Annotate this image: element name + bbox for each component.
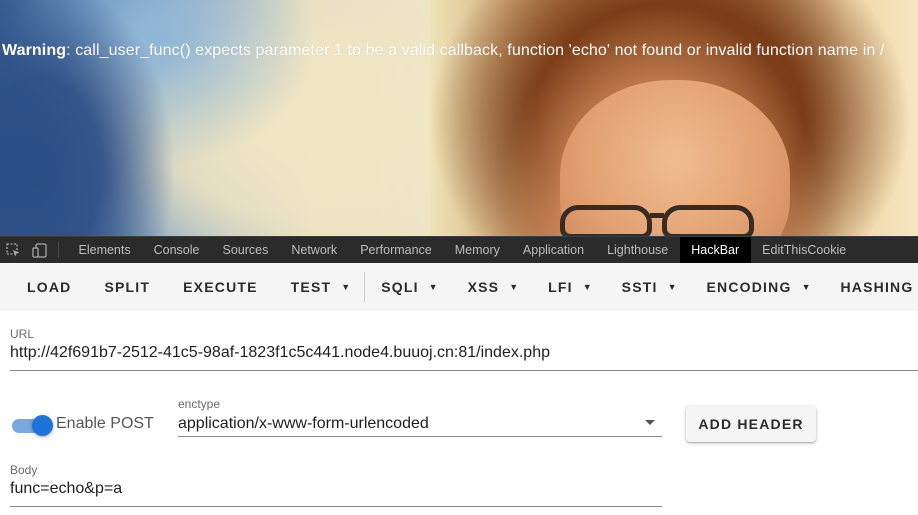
- enable-post-label: Enable POST: [56, 415, 154, 432]
- xss-menu-button[interactable]: XSS ▼: [468, 263, 519, 311]
- chevron-down-icon: ▼: [428, 282, 438, 292]
- enctype-underline: [178, 436, 662, 437]
- portrait-glasses-left: [560, 205, 652, 236]
- tab-network[interactable]: Network: [280, 237, 349, 264]
- inspect-element-icon[interactable]: [0, 237, 26, 264]
- dropdown-arrow-icon[interactable]: [645, 420, 655, 425]
- hackbar-toolbar: LOAD SPLIT EXECUTE TEST ▼ SQLI ▼ XSS ▼ L…: [0, 263, 918, 311]
- encoding-label: ENCODING: [706, 279, 792, 295]
- warning-label: Warning: [2, 42, 67, 59]
- device-toolbar-icon[interactable]: [26, 237, 52, 264]
- warning-message: : call_user_func() expects parameter 1 t…: [66, 42, 885, 59]
- body-underline: [10, 506, 662, 507]
- tab-application[interactable]: Application: [511, 237, 595, 264]
- tab-editthiscookie[interactable]: EditThisCookie: [751, 237, 858, 264]
- execute-button[interactable]: EXECUTE: [183, 263, 258, 311]
- test-menu-button[interactable]: TEST ▼: [291, 263, 351, 311]
- load-button[interactable]: LOAD: [27, 263, 71, 311]
- tab-lighthouse[interactable]: Lighthouse: [596, 237, 680, 264]
- ssti-label: SSTI: [621, 279, 658, 295]
- body-label: Body: [10, 463, 38, 477]
- xss-label: XSS: [467, 279, 500, 295]
- enctype-select[interactable]: application/x-www-form-urlencoded: [178, 415, 429, 433]
- toolbar-divider: [58, 242, 59, 258]
- chevron-down-icon: ▼: [801, 282, 811, 292]
- chevron-down-icon: ▼: [667, 282, 677, 292]
- sqli-menu-button[interactable]: SQLI ▼: [381, 263, 437, 311]
- url-input[interactable]: http://42f691b7-2512-41c5-98af-1823f1c5c…: [10, 344, 550, 362]
- portrait-glasses-right: [662, 205, 754, 236]
- tab-sources[interactable]: Sources: [211, 237, 280, 264]
- tab-memory[interactable]: Memory: [443, 237, 511, 264]
- tab-elements[interactable]: Elements: [67, 237, 142, 264]
- url-underline: [10, 370, 918, 371]
- chevron-down-icon: ▼: [509, 282, 519, 292]
- toggle-knob: [32, 415, 53, 436]
- body-input[interactable]: func=echo&p=a: [10, 480, 122, 498]
- tab-performance[interactable]: Performance: [349, 237, 444, 264]
- hashing-label: HASHING: [840, 279, 914, 295]
- sqli-label: SQLI: [381, 279, 419, 295]
- url-label: URL: [10, 327, 35, 341]
- add-header-button[interactable]: ADD HEADER: [686, 406, 816, 442]
- lfi-menu-button[interactable]: LFI ▼: [548, 263, 592, 311]
- ssti-menu-button[interactable]: SSTI ▼: [622, 263, 677, 311]
- enable-post-toggle[interactable]: [12, 415, 53, 436]
- chevron-down-icon: ▼: [582, 282, 592, 292]
- php-warning: Warning: call_user_func() expects parame…: [2, 42, 884, 60]
- chevron-down-icon: ▼: [341, 282, 351, 292]
- tab-console[interactable]: Console: [142, 237, 211, 264]
- toolbar-divider: [364, 272, 366, 302]
- split-button[interactable]: SPLIT: [104, 263, 150, 311]
- lfi-label: LFI: [548, 279, 573, 295]
- encoding-menu-button[interactable]: ENCODING ▼: [707, 263, 811, 311]
- test-label: TEST: [290, 279, 332, 295]
- enctype-label: enctype: [178, 397, 221, 411]
- devtools-tab-bar: Elements Console Sources Network Perform…: [0, 236, 918, 264]
- hashing-menu-button[interactable]: HASHING: [840, 263, 913, 311]
- tab-hackbar[interactable]: HackBar: [679, 236, 751, 264]
- page-viewport: Warning: call_user_func() expects parame…: [0, 0, 918, 236]
